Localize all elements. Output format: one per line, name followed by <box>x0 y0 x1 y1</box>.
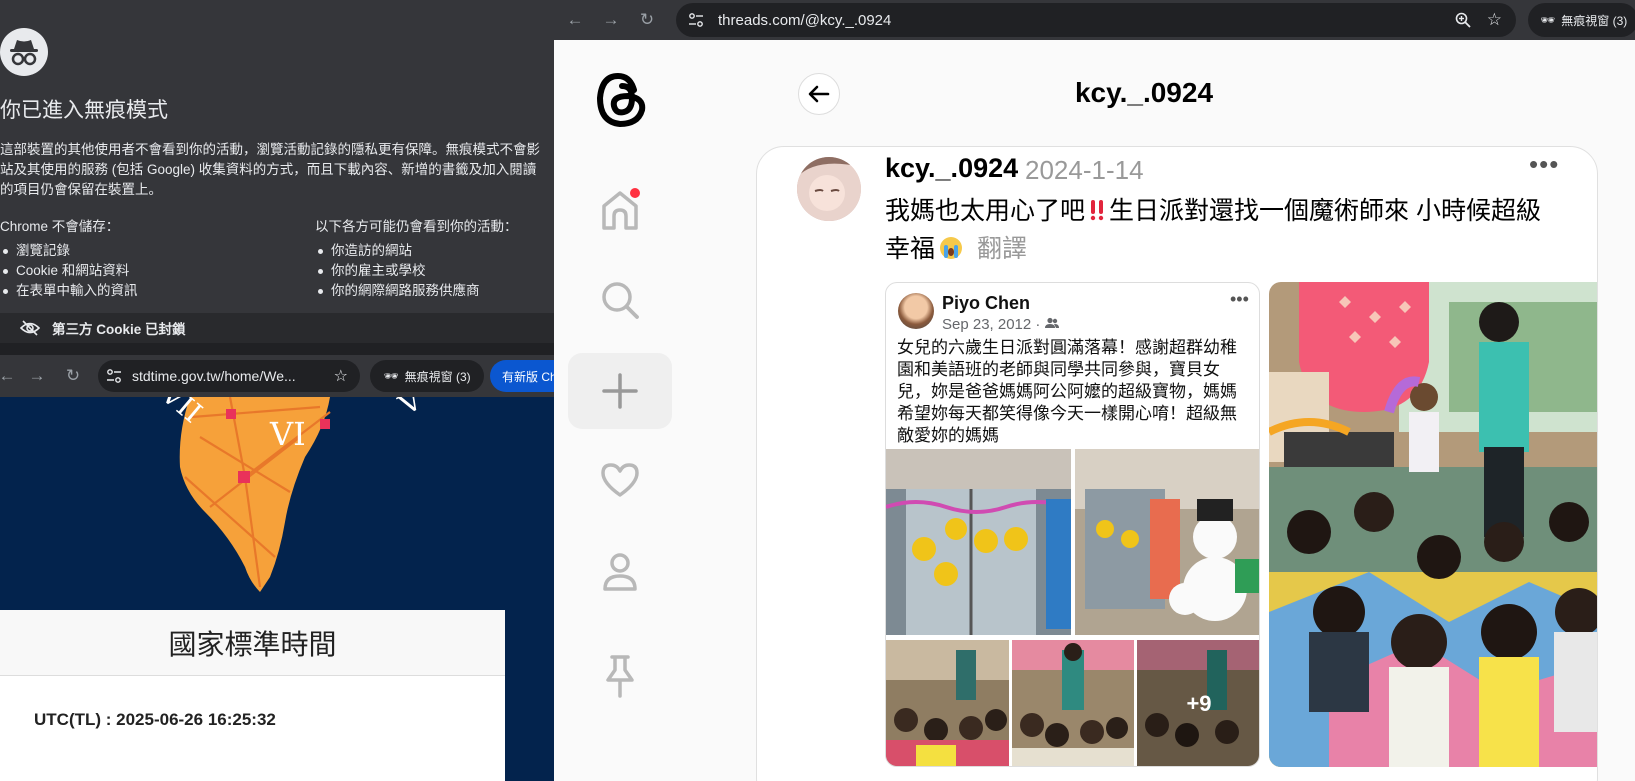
post-text: 我媽也太用心了吧 生日派對還找一個魔術師來 小時候超級幸福 翻譯 <box>885 192 1565 268</box>
back-arrow-icon[interactable]: ← <box>560 5 590 35</box>
more-photos-count: +9 <box>1137 640 1259 766</box>
embed-photo-kids-2 <box>1012 640 1134 766</box>
embed-avatar <box>898 293 934 329</box>
nav-profile[interactable] <box>568 534 672 610</box>
post-date[interactable]: 2024-1-14 <box>1025 155 1144 186</box>
embed-photo-kids-1 <box>886 640 1009 766</box>
post-photo-magician[interactable] <box>1269 282 1597 767</box>
embed-photo-entrance <box>886 449 1071 635</box>
nav-create[interactable] <box>568 353 672 429</box>
pin-icon <box>606 655 634 698</box>
list-item: 在表單中輸入的資訊 <box>0 281 138 301</box>
list-item: 你造訪的網站 <box>315 241 518 261</box>
list-item: Cookie 和網站資料 <box>0 261 138 281</box>
embed-text: 女兒的六歲生日派對圓滿落幕！感謝超群幼稚園和美語班的老師與同學共同參與，寶貝女兒… <box>897 338 1237 445</box>
incognito-description-line: 這部裝置的其他使用者不會看到你的活動，瀏覽活動記錄的隱私更有保障。無痕模式不會影 <box>0 142 540 157</box>
third-party-cookie-notice[interactable]: 第三方 Cookie 已封鎖 <box>0 313 554 343</box>
incognito-title: 你已進入無痕模式 <box>0 99 168 122</box>
address-bar-actions: ☆ <box>1455 3 1516 37</box>
nav-pin[interactable] <box>568 638 672 714</box>
forward-arrow-icon[interactable]: → <box>22 361 52 391</box>
reload-icon[interactable]: ↻ <box>632 5 662 35</box>
incognito-window-chip[interactable]: 🕶 無痕視窗 (3) <box>1528 3 1635 37</box>
eye-off-icon <box>20 320 40 336</box>
profile-icon <box>603 553 637 591</box>
list-item: 你的網際網路服務供應商 <box>315 281 518 301</box>
embed-photo-more: +9 <box>1137 640 1259 766</box>
list-item: 瀏覽記錄 <box>0 241 138 261</box>
url-text: threads.com/@kcy._.0924 <box>718 11 892 29</box>
crying-face-icon <box>940 237 963 259</box>
post-card: kcy._.0924 2024-1-14 ••• 我媽也太用心了吧 生日派對還找… <box>756 146 1598 781</box>
chrome-wont-save-list: Chrome 不會儲存： 瀏覽記錄 Cookie 和網站資料 在表單中輸入的資訊 <box>0 215 138 301</box>
embed-more-options-icon: ••• <box>1230 289 1249 309</box>
stdtime-page: VII VI V 國家標準時間 UTC(TL) : 2025-06-26 16:… <box>0 397 554 781</box>
embedded-facebook-post-image[interactable]: Piyo Chen Sep 23, 2012 · ••• 女兒的六歲生日派對圓滿… <box>885 282 1260 767</box>
incognito-description-line: 站及其使用的服務 (包括 Google) 收集資料的方式，而且下載內容、新增的書… <box>0 162 537 177</box>
threads-logo-icon[interactable] <box>594 68 650 130</box>
back-button[interactable] <box>798 73 840 115</box>
double-exclamation-icon <box>1090 200 1104 221</box>
zoom-icon[interactable] <box>1455 12 1471 28</box>
stdtime-browser-toolbar: ← → ↻ stdtime.gov.tw/home/We... ☆ 🕶 無痕視窗… <box>0 355 580 397</box>
incognito-description: 這部裝置的其他使用者不會看到你的活動，瀏覽活動記錄的隱私更有保障。無痕模式不會影… <box>0 140 554 200</box>
back-arrow-icon <box>808 85 830 103</box>
taiwan-clock-map: VII VI V <box>154 397 428 592</box>
utc-time-readout: UTC(TL) : 2025-06-26 16:25:32 <box>34 710 276 729</box>
back-arrow-icon[interactable]: ← <box>0 361 22 391</box>
desktop: 你已進入無痕模式 這部裝置的其他使用者不會看到你的活動，瀏覽活動記錄的隱私更有保… <box>0 0 1635 781</box>
cookie-notice-text: 第三方 Cookie 已封鎖 <box>52 322 186 337</box>
incognito-chip-label: 無痕視窗 (3) <box>1561 13 1628 28</box>
list-heading: Chrome 不會儲存： <box>0 219 120 234</box>
plus-icon <box>602 373 638 409</box>
post-text-part: 我媽也太用心了吧 <box>885 197 1086 225</box>
post-username[interactable]: kcy._.0924 <box>885 153 1018 184</box>
embed-date: Sep 23, 2012 · <box>942 316 1059 333</box>
update-label: 有新版 Ch <box>502 369 557 384</box>
friends-icon <box>1044 317 1059 328</box>
time-card: 國家標準時間 UTC(TL) : 2025-06-26 16:25:32 <box>0 610 505 781</box>
still-visible-list: 以下各方可能仍會看到你的活動： 你造訪的網站 你的雇主或學校 你的網際網路服務供… <box>315 215 518 301</box>
clock-numeral-v: V <box>392 397 428 422</box>
search-icon <box>602 282 639 319</box>
forward-arrow-icon[interactable]: → <box>596 5 626 35</box>
incognito-icon: 🕶 <box>383 369 399 383</box>
reload-icon[interactable]: ↻ <box>58 361 88 391</box>
notification-dot <box>628 186 642 200</box>
avatar[interactable] <box>797 157 861 221</box>
site-info-icon <box>107 369 121 383</box>
threads-sidebar <box>554 40 674 781</box>
nav-activity[interactable] <box>568 442 672 518</box>
nav-home[interactable] <box>568 172 672 248</box>
bookmark-star-icon[interactable]: ☆ <box>334 366 348 386</box>
list-heading: 以下各方可能仍會看到你的活動： <box>315 219 518 234</box>
incognito-description-line: 的項目仍會保留在裝置上。 <box>0 182 162 197</box>
nav-search[interactable] <box>568 262 672 338</box>
heart-icon <box>601 463 639 497</box>
incognito-window-chip[interactable]: 🕶 無痕視窗 (3) <box>370 360 484 392</box>
translate-link[interactable]: 翻譯 <box>977 235 1027 263</box>
address-bar[interactable]: threads.com/@kcy._.0924 ☆ <box>676 3 1516 37</box>
embed-author-name: Piyo Chen <box>942 293 1031 313</box>
incognito-icon <box>0 28 48 76</box>
list-item: 你的雇主或學校 <box>315 261 518 281</box>
embed-photo-snowman <box>1075 449 1259 635</box>
time-card-title: 國家標準時間 <box>0 610 505 676</box>
embed-date-text: Sep 23, 2012 · <box>942 316 1041 333</box>
url-text: stdtime.gov.tw/home/We... <box>132 368 296 384</box>
threads-window: ← → ↻ threads.com/@kcy._.0924 ☆ 🕶 無痕視窗 (… <box>554 0 1635 781</box>
incognito-chip-label: 無痕視窗 (3) <box>404 369 471 384</box>
incognito-icon: 🕶 <box>1540 13 1556 27</box>
bookmark-star-icon[interactable]: ☆ <box>1487 10 1502 30</box>
page-title: kcy._.0924 <box>1074 77 1214 108</box>
threads-browser-toolbar: ← → ↻ threads.com/@kcy._.0924 ☆ 🕶 無痕視窗 (… <box>554 0 1635 40</box>
address-bar[interactable]: stdtime.gov.tw/home/We... ☆ <box>98 360 360 392</box>
site-info-icon <box>689 13 703 27</box>
clock-numeral-vi: VI <box>269 415 306 453</box>
incognito-page: 你已進入無痕模式 這部裝置的其他使用者不會看到你的活動，瀏覽活動記錄的隱私更有保… <box>0 0 554 320</box>
post-more-options-icon[interactable]: ••• <box>1529 149 1559 180</box>
